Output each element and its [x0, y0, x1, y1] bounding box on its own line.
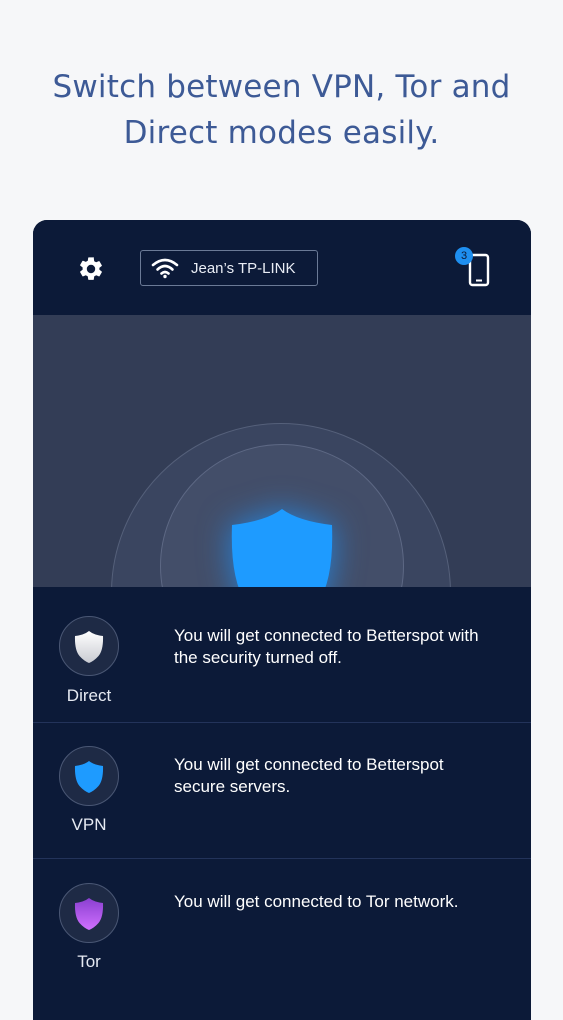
marketing-headline: Switch between VPN, Tor and Direct modes…: [0, 64, 563, 156]
direct-mode-button[interactable]: [59, 616, 119, 676]
connection-status-area: [33, 315, 531, 590]
tor-mode-button[interactable]: [59, 883, 119, 943]
app-screen: Jean’s TP-LINK 3 Direct You will get con…: [33, 220, 531, 1020]
mode-description: You will get connected to Betterspot wit…: [174, 626, 479, 667]
shield-icon: [74, 760, 104, 793]
mode-row-direct[interactable]: Direct You will get connected to Betters…: [33, 587, 531, 723]
mode-label: Direct: [66, 686, 112, 705]
shield-icon: [74, 897, 104, 930]
mode-list: Direct You will get connected to Betters…: [33, 587, 531, 1020]
headline-line-1: Switch between VPN, Tor and: [52, 69, 511, 105]
top-bar: Jean’s TP-LINK 3: [33, 220, 531, 315]
shield-icon[interactable]: [228, 507, 336, 590]
network-selector[interactable]: Jean’s TP-LINK: [140, 250, 318, 286]
vpn-mode-button[interactable]: [59, 746, 119, 806]
device-count-badge: 3: [455, 247, 473, 265]
mode-description: You will get connected to Tor network.: [174, 892, 459, 911]
mode-description: You will get connected to Betterspot sec…: [174, 755, 444, 796]
headline-line-2: Direct modes easily.: [123, 115, 440, 151]
mode-label: Tor: [77, 952, 101, 971]
wifi-icon: [151, 258, 179, 279]
mode-row-tor[interactable]: Tor You will get connected to Tor networ…: [33, 859, 531, 995]
mode-row-vpn[interactable]: VPN You will get connected to Betterspot…: [33, 723, 531, 859]
mode-label: VPN: [71, 815, 107, 834]
shield-icon: [74, 630, 104, 663]
network-name: Jean’s TP-LINK: [191, 259, 296, 277]
gear-icon[interactable]: [77, 255, 105, 283]
